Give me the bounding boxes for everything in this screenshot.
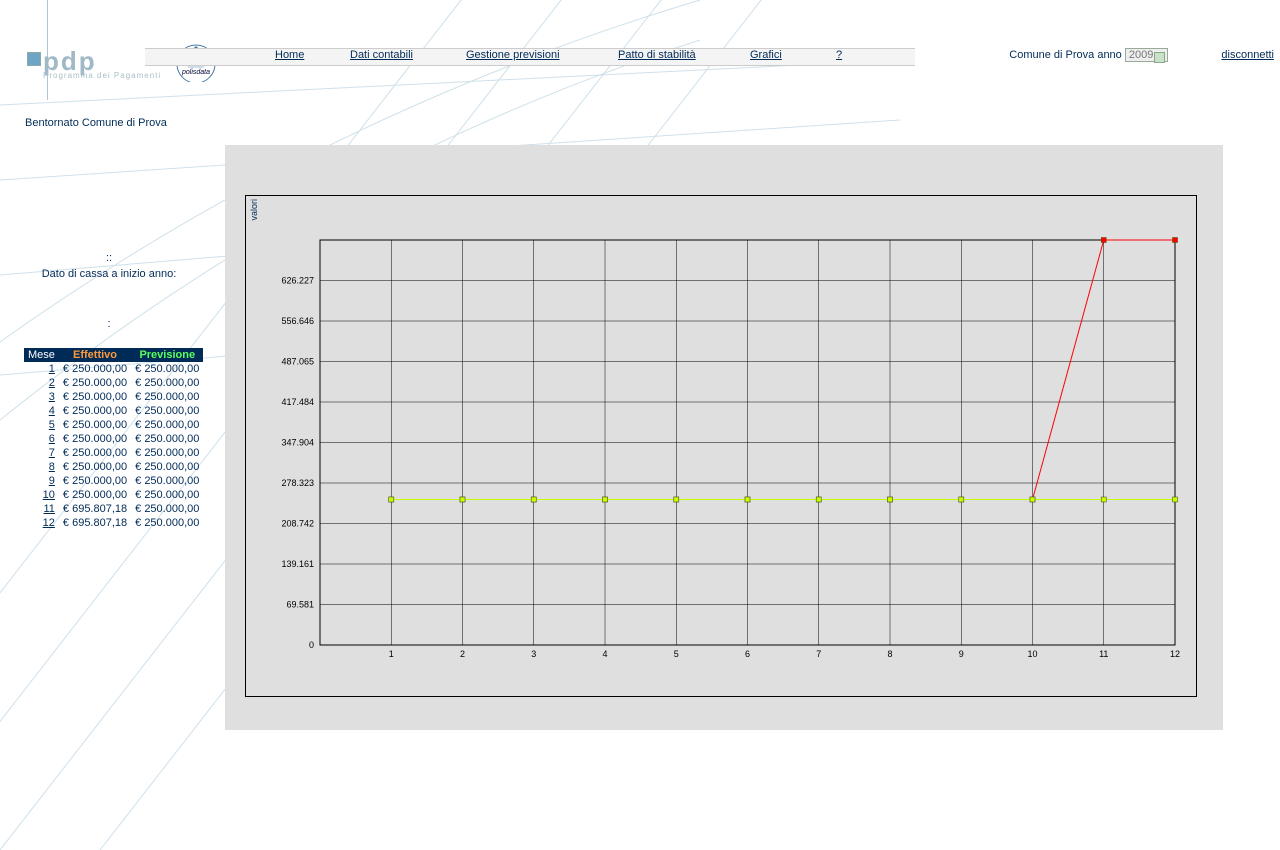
x-tick-label: 9 <box>959 649 964 659</box>
col-previsione: Previsione <box>131 348 203 362</box>
x-tick-label: 10 <box>1027 649 1037 659</box>
y-tick-label: 278.323 <box>281 478 314 488</box>
cell-effettivo: € 695.807,18 <box>59 502 131 516</box>
y-tick-label: 347.904 <box>281 438 314 448</box>
month-link[interactable]: 9 <box>49 475 55 487</box>
cell-effettivo: € 250.000,00 <box>59 488 131 502</box>
table-row: 12 € 695.807,18€ 250.000,00 <box>24 516 203 530</box>
month-link[interactable]: 2 <box>49 377 55 389</box>
table-row: 7 € 250.000,00€ 250.000,00 <box>24 446 203 460</box>
table-row: 8 € 250.000,00€ 250.000,00 <box>24 460 203 474</box>
cell-effettivo: € 250.000,00 <box>59 460 131 474</box>
side-cassa-label: Dato di cassa a inizio anno: <box>0 268 218 280</box>
month-link[interactable]: 12 <box>43 517 55 529</box>
cell-previsione: € 250.000,00 <box>131 404 203 418</box>
table-row: 11 € 695.807,18€ 250.000,00 <box>24 502 203 516</box>
x-tick-label: 5 <box>674 649 679 659</box>
cell-previsione: € 250.000,00 <box>131 446 203 460</box>
table-row: 2 € 250.000,00€ 250.000,00 <box>24 376 203 390</box>
y-tick-label: 0 <box>309 640 314 650</box>
y-tick-label: 139.161 <box>281 559 314 569</box>
x-tick-label: 6 <box>745 649 750 659</box>
x-tick-label: 4 <box>602 649 607 659</box>
welcome-text: Bentornato Comune di Prova <box>25 117 167 129</box>
month-link[interactable]: 10 <box>43 489 55 501</box>
nav-help[interactable]: ? <box>836 49 842 61</box>
table-row: 9 € 250.000,00€ 250.000,00 <box>24 474 203 488</box>
month-link[interactable]: 8 <box>49 461 55 473</box>
col-mese: Mese <box>24 348 59 362</box>
col-effettivo: Effettivo <box>59 348 131 362</box>
cell-previsione: € 250.000,00 <box>131 362 203 376</box>
cell-previsione: € 250.000,00 <box>131 488 203 502</box>
cell-previsione: € 250.000,00 <box>131 474 203 488</box>
comune-label: Comune di Prova anno <box>1009 49 1122 61</box>
nav-gestione-previsioni[interactable]: Gestione previsioni <box>466 49 560 61</box>
year-select[interactable]: 2009 <box>1125 48 1168 62</box>
side-dots: :: <box>0 252 218 264</box>
month-link[interactable]: 1 <box>49 363 55 375</box>
nav-patto-stabilita[interactable]: Patto di stabilità <box>618 49 696 61</box>
cell-effettivo: € 250.000,00 <box>59 362 131 376</box>
month-link[interactable]: 5 <box>49 419 55 431</box>
cell-previsione: € 250.000,00 <box>131 390 203 404</box>
table-row: 6 € 250.000,00€ 250.000,00 <box>24 432 203 446</box>
cell-previsione: € 250.000,00 <box>131 516 203 530</box>
x-tick-label: 12 <box>1170 649 1180 659</box>
x-tick-label: 2 <box>460 649 465 659</box>
monthly-table: Mese Effettivo Previsione 1€ 250.000,00€… <box>24 348 203 530</box>
cell-effettivo: € 250.000,00 <box>59 418 131 432</box>
y-tick-label: 69.581 <box>286 599 314 609</box>
nav-home[interactable]: Home <box>275 49 304 61</box>
nav-dati-contabili[interactable]: Dati contabili <box>350 49 413 61</box>
cell-effettivo: € 250.000,00 <box>59 404 131 418</box>
disconnect-link[interactable]: disconnetti <box>1221 49 1274 61</box>
table-row: 4 € 250.000,00€ 250.000,00 <box>24 404 203 418</box>
y-tick-label: 626.227 <box>281 276 314 286</box>
y-tick-label: 417.484 <box>281 397 314 407</box>
cell-effettivo: € 250.000,00 <box>59 376 131 390</box>
cell-effettivo: € 250.000,00 <box>59 474 131 488</box>
y-tick-label: 208.742 <box>281 519 314 529</box>
cell-effettivo: € 250.000,00 <box>59 432 131 446</box>
side-colon: : <box>0 318 218 330</box>
cell-previsione: € 250.000,00 <box>131 376 203 390</box>
cell-previsione: € 250.000,00 <box>131 460 203 474</box>
table-row: 1 € 250.000,00€ 250.000,00 <box>24 362 203 376</box>
svg-text:polisdata: polisdata <box>181 69 210 76</box>
cell-previsione: € 250.000,00 <box>131 432 203 446</box>
x-tick-label: 8 <box>887 649 892 659</box>
table-row: 10 € 250.000,00€ 250.000,00 <box>24 488 203 502</box>
x-tick-label: 3 <box>531 649 536 659</box>
cell-effettivo: € 250.000,00 <box>59 390 131 404</box>
y-tick-label: 556.646 <box>281 316 314 326</box>
table-row: 3 € 250.000,00€ 250.000,00 <box>24 390 203 404</box>
x-tick-label: 7 <box>816 649 821 659</box>
cell-previsione: € 250.000,00 <box>131 502 203 516</box>
cell-previsione: € 250.000,00 <box>131 418 203 432</box>
y-tick-label: 487.065 <box>281 357 314 367</box>
cell-effettivo: € 250.000,00 <box>59 446 131 460</box>
nav-grafici[interactable]: Grafici <box>750 49 782 61</box>
month-link[interactable]: 11 <box>43 503 54 515</box>
month-link[interactable]: 4 <box>49 405 55 417</box>
cell-effettivo: € 695.807,18 <box>59 516 131 530</box>
chart-plot: 626.227 556.646 487.065 417.484 347.904 278.3… <box>245 195 1195 695</box>
chart-panel: valori 626.227556.646487.065417.484347.9… <box>225 145 1223 730</box>
month-link[interactable]: 6 <box>49 433 55 445</box>
logo-subtitle: Programma dei Pagamenti <box>43 72 167 80</box>
table-row: 5 € 250.000,00€ 250.000,00 <box>24 418 203 432</box>
x-tick-label: 1 <box>389 649 394 659</box>
month-link[interactable]: 7 <box>49 447 55 459</box>
month-link[interactable]: 3 <box>49 391 55 403</box>
x-tick-label: 11 <box>1099 649 1108 659</box>
